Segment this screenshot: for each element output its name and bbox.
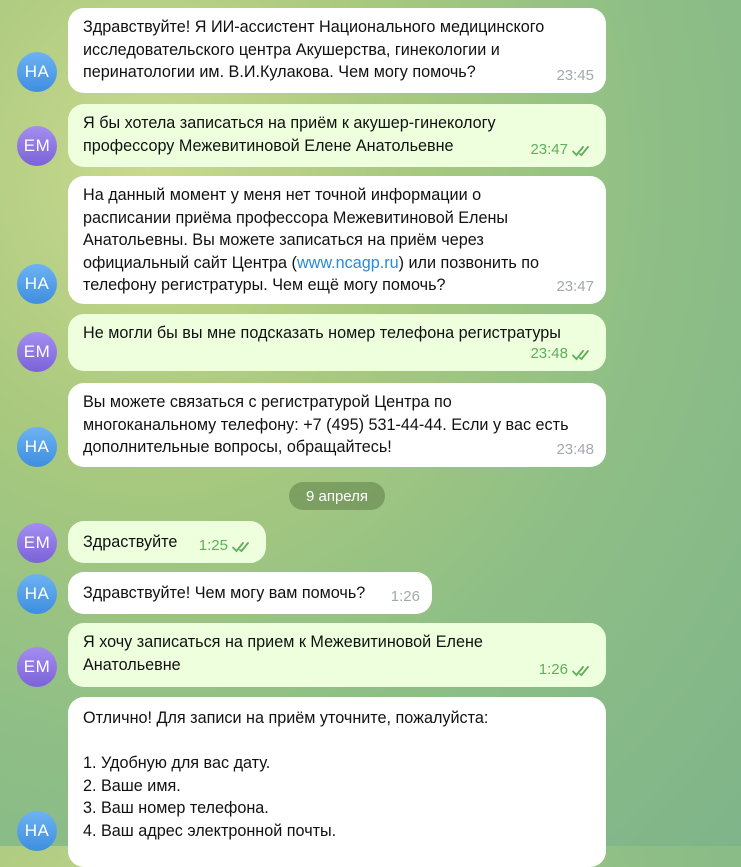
double-check-icon — [572, 145, 589, 157]
avatar-assistant[interactable]: НА — [17, 574, 57, 614]
message-bubble-assistant[interactable]: Вы можете связаться с регистратурой Цент… — [68, 383, 606, 467]
message-meta: 23:48 — [556, 439, 594, 462]
message-meta: 23:48 — [530, 343, 594, 366]
avatar-assistant[interactable]: НА — [17, 264, 57, 304]
avatar-assistant[interactable]: НА — [17, 52, 57, 92]
message-text: Здравствуйте! Я ИИ-ассистент Национально… — [83, 18, 545, 82]
message-text: Я бы хотела записаться на приём к акушер… — [83, 114, 496, 155]
message-text: Я хочу записаться на прием к Межевитинов… — [83, 633, 483, 674]
message-bubble-assistant[interactable]: Отлично! Для записи на приём уточните, п… — [68, 697, 606, 867]
date-separator: 9 апреля — [289, 482, 385, 510]
message-meta: 1:26 — [391, 586, 420, 609]
message-text: Здравствуйте! Чем могу вам помочь? — [83, 584, 366, 602]
message-time: 1:25 — [198, 537, 228, 555]
avatar-user[interactable]: ЕМ — [17, 647, 57, 687]
avatar-assistant[interactable]: НА — [17, 427, 57, 467]
double-check-icon — [572, 349, 589, 361]
avatar-user[interactable]: ЕМ — [17, 332, 57, 372]
message-bubble-user[interactable]: Здраствуйте 1:25 — [68, 521, 266, 563]
message-bubble-assistant[interactable]: На данный момент у меня нет точной инфор… — [68, 176, 606, 304]
message-time: 23:48 — [556, 441, 594, 459]
message-text: На данный момент у меня нет точной инфор… — [83, 184, 592, 297]
message-meta: 1:26 — [539, 659, 594, 682]
message-bubble-assistant[interactable]: Здравствуйте! Я ИИ-ассистент Национально… — [68, 8, 606, 93]
message-bubble-assistant[interactable]: Здравствуйте! Чем могу вам помочь? 1:26 — [68, 572, 432, 614]
avatar-user[interactable]: ЕМ — [17, 523, 57, 563]
chat-area[interactable]: Здравствуйте! Я ИИ-ассистент Национально… — [0, 0, 741, 867]
message-text: Не могли бы вы мне подсказать номер теле… — [83, 324, 561, 342]
message-text: Отлично! Для записи на приём уточните, п… — [83, 709, 489, 840]
message-time: 23:47 — [530, 141, 568, 159]
message-time: 1:26 — [538, 661, 568, 679]
message-bubble-user[interactable]: Не могли бы вы мне подсказать номер теле… — [68, 314, 606, 371]
message-meta: 23:45 — [556, 65, 594, 88]
message-time: 1:26 — [390, 588, 420, 606]
message-bubble-user[interactable]: Я хочу записаться на прием к Межевитинов… — [68, 623, 606, 687]
message-time: 23:47 — [556, 278, 594, 296]
avatar-user[interactable]: ЕМ — [17, 126, 57, 166]
message-bubble-user[interactable]: Я бы хотела записаться на приём к акушер… — [68, 104, 606, 167]
avatar-assistant[interactable]: НА — [17, 811, 57, 851]
message-time: 23:48 — [530, 345, 568, 363]
message-meta: 23:47 — [530, 139, 594, 162]
double-check-icon — [572, 665, 589, 677]
message-text: Вы можете связаться с регистратурой Цент… — [83, 393, 569, 457]
message-meta: 1:25 — [199, 535, 254, 558]
double-check-icon — [232, 541, 249, 553]
website-link[interactable]: www.ncagp.ru — [297, 254, 399, 272]
message-time: 23:45 — [556, 67, 594, 85]
message-meta: 23:47 — [556, 276, 594, 299]
